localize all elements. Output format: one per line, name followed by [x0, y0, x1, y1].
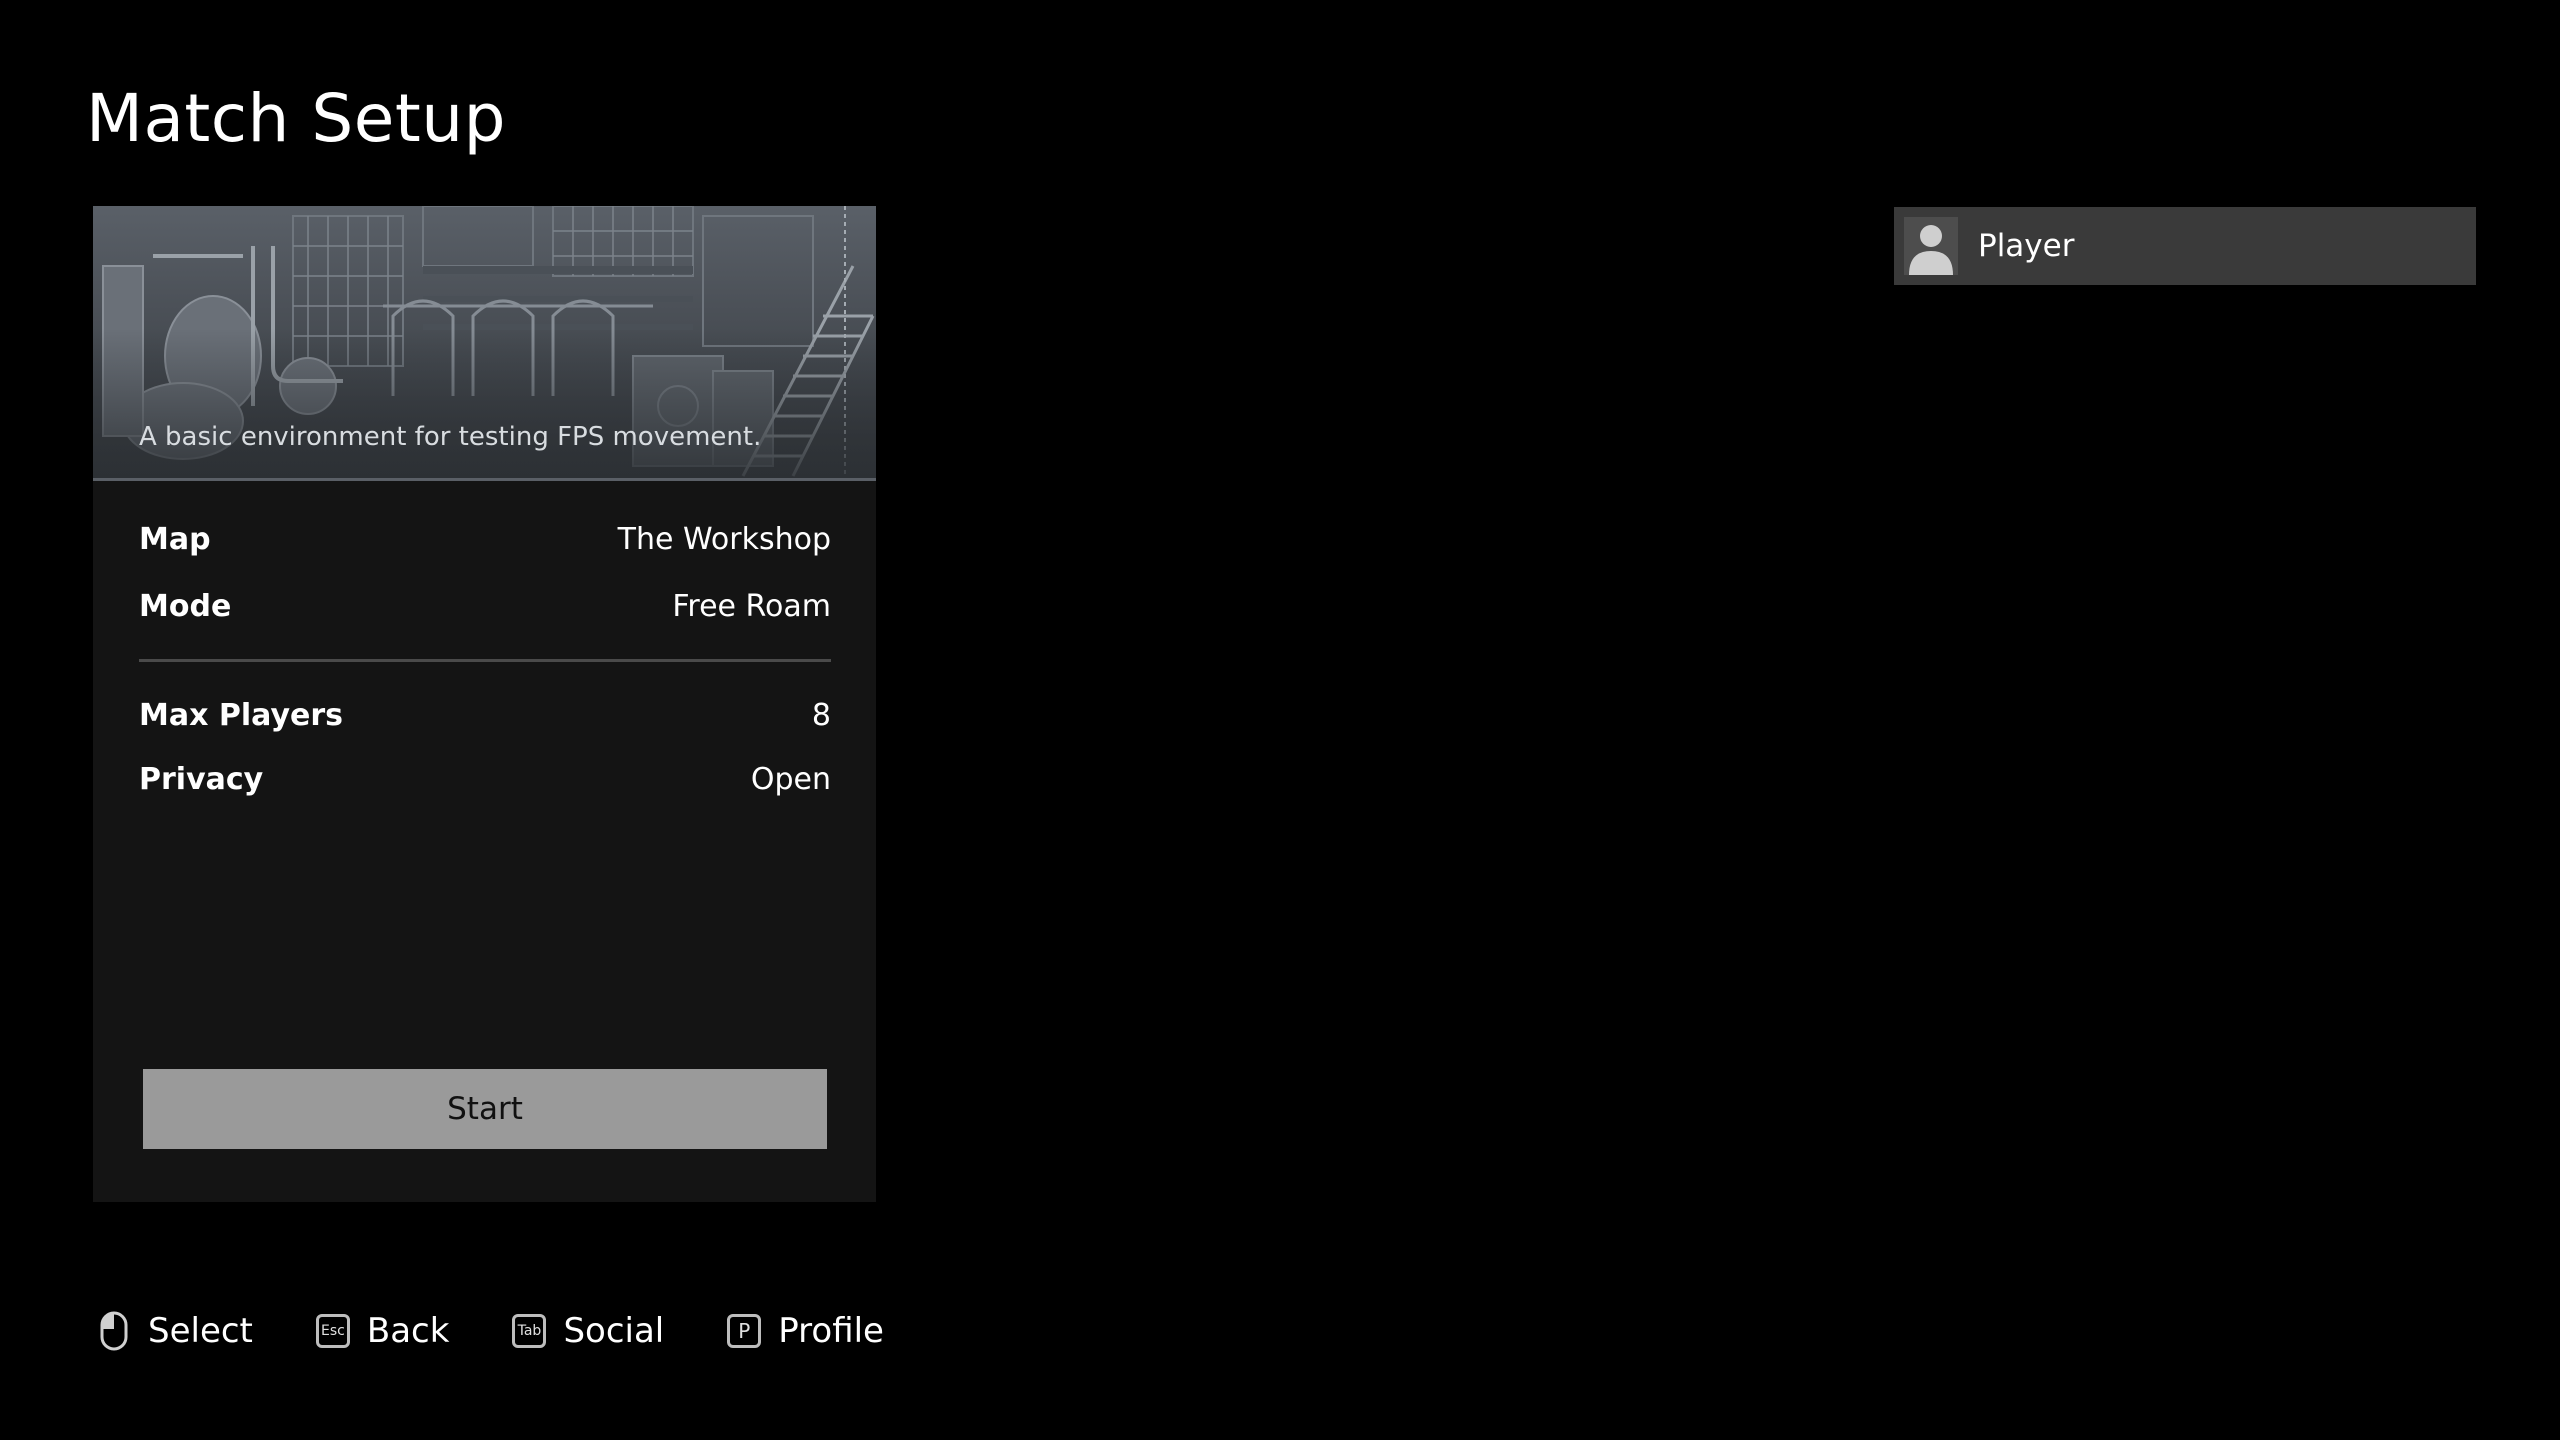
setting-value: Open: [750, 761, 831, 797]
player-name: Player: [1978, 228, 2075, 264]
settings-divider: [139, 659, 831, 662]
hint-label: Back: [366, 1311, 450, 1351]
hint-social[interactable]: Tab Social: [509, 1311, 664, 1351]
preview-divider: [93, 478, 876, 481]
setting-row-map[interactable]: Map The Workshop: [139, 517, 831, 561]
match-setup-panel: A basic environment for testing FPS move…: [93, 206, 876, 1202]
setting-row-mode[interactable]: Mode Free Roam: [139, 584, 831, 628]
setting-value: Free Roam: [672, 588, 831, 624]
hint-back[interactable]: Esc Back: [313, 1311, 450, 1351]
page-title: Match Setup: [86, 80, 506, 157]
tab-key-icon: Tab: [509, 1311, 549, 1351]
setting-label: Map: [139, 521, 211, 557]
setting-value: The Workshop: [617, 521, 831, 557]
hint-label: Select: [148, 1311, 253, 1351]
setting-label: Mode: [139, 588, 232, 624]
key-cap: Esc: [315, 1314, 350, 1348]
player-card[interactable]: Player: [1894, 207, 2476, 285]
control-hints-bar: Select Esc Back Tab Social P Profile: [94, 1302, 944, 1360]
match-setup-screen: Match Setup A basic environment for test…: [0, 0, 2560, 1440]
map-description: A basic environment for testing FPS move…: [139, 422, 762, 452]
setting-label: Max Players: [139, 697, 344, 733]
start-button[interactable]: Start: [143, 1069, 827, 1149]
setting-row-max-players[interactable]: Max Players 8: [139, 693, 831, 737]
key-cap: P: [727, 1314, 762, 1348]
hint-profile[interactable]: P Profile: [724, 1311, 884, 1351]
key-cap: Tab: [512, 1314, 547, 1348]
setting-label: Privacy: [139, 761, 264, 797]
hint-select[interactable]: Select: [94, 1311, 253, 1351]
esc-key-icon: Esc: [313, 1311, 353, 1351]
setting-row-privacy[interactable]: Privacy Open: [139, 757, 831, 801]
hint-label: Profile: [778, 1311, 884, 1351]
map-preview-image: A basic environment for testing FPS move…: [93, 206, 876, 478]
p-key-icon: P: [724, 1311, 764, 1351]
setting-value: 8: [811, 697, 831, 733]
mouse-icon: [94, 1311, 134, 1351]
hint-label: Social: [563, 1311, 665, 1351]
user-silhouette-icon: [1904, 217, 1958, 275]
